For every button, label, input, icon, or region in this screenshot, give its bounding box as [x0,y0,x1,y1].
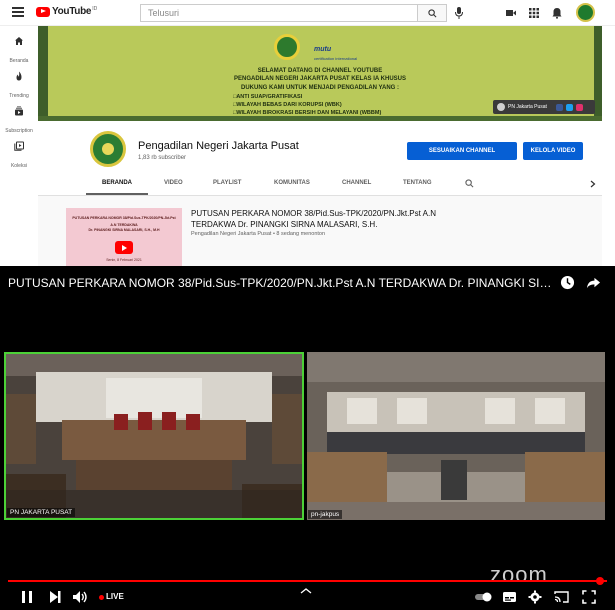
live-indicator-dot [99,595,104,600]
customize-channel-button[interactable]: SESUAIKAN CHANNEL [407,142,517,160]
channel-avatar[interactable] [90,131,126,167]
live-label[interactable]: LIVE [106,592,124,601]
sidebar: Beranda Trending Subscription Koleksi [0,26,38,266]
banner-social-chip[interactable]: PN Jakarta Pusat [493,100,595,114]
fullscreen-icon[interactable] [582,590,596,604]
menu-icon[interactable] [12,7,24,17]
youtube-page: YouTube ID Telusuri Beranda Trending Sub… [0,0,615,610]
watch-later-icon[interactable] [560,275,575,290]
search-input[interactable]: Telusuri [140,4,417,22]
banner-court-name: PENGADILAN NEGERI JAKARTA PUSAT KELAS IA… [233,76,406,82]
chevron-up-icon[interactable] [300,588,312,594]
tab-tentang[interactable]: TENTANG [403,180,432,186]
zoom-video-pane-left: PN JAKARTA PUSAT [4,352,304,520]
bell-icon[interactable] [551,7,563,19]
search-icon [427,8,436,17]
banner-list: ANTI SUAP/GRATIFIKASI WILAYAH BEBAS DARI… [233,93,381,117]
court-emblem-logo [274,34,300,60]
mic-icon[interactable] [454,6,464,20]
sidebar-item-subscription[interactable]: Subscription [0,106,38,137]
zoom-watermark: zoom [490,562,548,587]
cast-icon[interactable] [554,590,569,604]
subscriptions-icon [15,106,23,116]
manage-videos-button[interactable]: KELOLA VIDEO [523,142,583,160]
channel-banner: mutu certification international SELAMAT… [38,26,602,121]
logo-text: YouTube [52,6,92,17]
banner-support: DUKUNG KAMI UNTUK MENJADI PENGADILAN YAN… [240,85,399,91]
sidebar-item-koleksi[interactable]: Koleksi [0,141,38,172]
instagram-icon[interactable] [575,103,583,111]
home-icon [15,37,23,45]
progress-scrubber[interactable] [596,577,604,585]
facebook-icon[interactable] [555,103,563,111]
search-button[interactable] [417,4,447,22]
featured-video-meta: Pengadilan Negeri Jakarta Pusat • 8 seda… [191,231,326,237]
featured-channel[interactable]: Pengadilan Negeri Jakarta Pusat [191,231,271,237]
sidebar-item-label: Koleksi [10,163,28,169]
subtitles-icon[interactable] [502,590,517,604]
zoom-video-pane-right: pn-jakpus [307,352,605,520]
youtube-logo[interactable]: YouTube ID [36,6,97,17]
youtube-play-icon [36,6,50,17]
participant-label: PN JAKARTA PUSAT [7,508,76,517]
banner-list-item: ANTI SUAP/GRATIFIKASI [233,93,381,101]
courtroom-gallery-image [307,352,605,520]
chevron-right-icon[interactable] [590,180,596,188]
courtroom-judges-image [6,354,302,518]
sidebar-item-label: Subscription [5,128,33,134]
library-icon [14,141,24,151]
apps-grid-icon[interactable] [528,7,540,19]
channel-tabs: BERANDA VIDEO PLAYLIST KOMUNITAS CHANNEL… [0,175,615,195]
account-avatar[interactable] [576,3,595,22]
featured-video-thumbnail[interactable]: PUTUSAN PERKARA NOMOR 38/Pid.Sus-TPK/202… [66,208,182,266]
banner-list-item: WILAYAH BEBAS DARI KORUPSI (WBK) [233,101,381,109]
autoplay-toggle[interactable] [474,592,494,602]
twitter-icon[interactable] [565,103,573,111]
logo-country: ID [92,6,98,12]
tab-channel[interactable]: CHANNEL [342,180,371,186]
featured-video-title[interactable]: PUTUSAN PERKARA NOMOR 38/Pid.Sus-TPK/202… [191,208,461,230]
sidebar-item-beranda[interactable]: Beranda [0,36,38,67]
channel-search-icon[interactable] [465,179,474,188]
next-icon[interactable] [48,590,62,604]
sidebar-item-trending[interactable]: Trending [0,71,38,102]
subscriber-count: 1,83 rb subscriber [138,155,187,161]
create-video-icon[interactable] [505,7,517,19]
tab-video[interactable]: VIDEO [164,180,183,186]
share-icon[interactable] [586,275,601,290]
play-icon [115,241,133,254]
watching-count: 8 sedang menonton [276,231,326,237]
video-title: PUTUSAN PERKARA NOMOR 38/Pid.Sus-TPK/202… [8,276,553,290]
participant-label: pn-jakpus [308,510,343,519]
pause-icon[interactable] [20,590,34,604]
flame-icon [16,71,22,81]
mutu-certification-logo: mutu certification international [314,46,358,61]
progress-bar[interactable] [8,580,607,582]
banner-list-item: WILAYAH BIROKRASI BERSIH DAN MELAYANI (W… [233,109,381,117]
tab-komunitas[interactable]: KOMUNITAS [274,180,310,186]
sidebar-item-label: Trending [9,93,29,99]
top-bar: YouTube ID Telusuri [0,0,615,26]
channel-name: Pengadilan Negeri Jakarta Pusat [138,140,299,152]
volume-icon[interactable] [72,590,88,604]
tab-beranda[interactable]: BERANDA [102,180,132,186]
video-player[interactable]: PUTUSAN PERKARA NOMOR 38/Pid.Sus-TPK/202… [0,266,615,610]
sidebar-item-label: Beranda [9,58,29,64]
channel-mini-icon [497,103,505,111]
tab-playlist[interactable]: PLAYLIST [213,180,241,186]
banner-welcome: SELAMAT DATANG DI CHANNEL YOUTUBE [257,68,383,74]
settings-gear-icon[interactable] [528,590,542,604]
